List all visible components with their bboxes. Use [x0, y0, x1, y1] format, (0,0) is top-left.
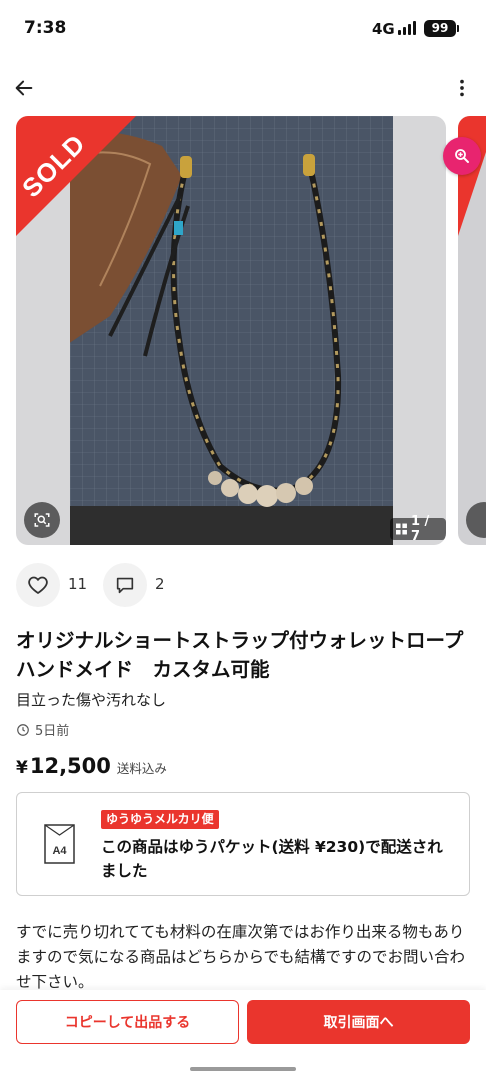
product-photo-card[interactable]: SOLD 1 / 7 — [16, 116, 446, 545]
shipping-text: この商品はゆうパケット(送料 ¥230)で配送されました — [101, 838, 443, 880]
next-image-search-button[interactable] — [466, 502, 486, 538]
magnify-button[interactable] — [443, 137, 481, 175]
zoom-in-icon — [455, 149, 469, 163]
next-photo-card[interactable] — [458, 116, 486, 545]
grid-icon — [396, 523, 407, 535]
back-button[interactable] — [10, 74, 38, 102]
comment-icon — [116, 577, 134, 594]
more-options-button[interactable] — [448, 74, 476, 102]
image-search-button[interactable] — [24, 502, 60, 538]
like-count: 11 — [68, 575, 88, 593]
price-value: 12,500 — [29, 754, 111, 778]
comment-count: 2 — [155, 575, 165, 593]
posted-time: 5日前 — [16, 720, 69, 739]
photo-counter: 1 / 7 — [390, 514, 446, 544]
arrow-left-icon — [15, 80, 33, 96]
price: ¥ 12,500 送料込み — [16, 754, 167, 778]
photo-counter-text: 1 / 7 — [410, 514, 430, 544]
battery-icon: 99 — [424, 20, 459, 37]
status-bar: 7:38 4G 99 — [0, 0, 486, 58]
home-indicator[interactable] — [190, 1067, 296, 1071]
item-title: オリジナルショートストラップ付ウォレットロープ ハンドメイド カスタム可能 — [16, 629, 483, 681]
signal-icon — [398, 21, 418, 35]
clock-icon — [17, 723, 29, 736]
image-scan-icon — [34, 513, 50, 527]
status-time: 7:38 — [24, 18, 67, 38]
item-condition: 目立った傷や汚れなし — [16, 691, 167, 709]
a4-label: A4 — [52, 845, 67, 857]
heart-icon — [28, 576, 48, 594]
copy-listing-button[interactable]: コピーして出品する — [16, 1000, 239, 1044]
a4-envelope-icon: A4 — [44, 824, 75, 864]
trade-screen-button[interactable]: 取引画面へ — [247, 1000, 470, 1044]
shipping-method-badge: ゆうゆうメルカリ便 — [101, 810, 219, 829]
item-description: すでに売り切れてても材料の在庫次第ではお作り出来る物もありますので気になる商品は… — [16, 923, 466, 990]
like-button[interactable] — [16, 563, 60, 607]
network-type: 4G — [372, 20, 395, 38]
sold-ribbon: SOLD — [16, 116, 136, 236]
comment-button[interactable] — [103, 563, 147, 607]
shipping-info: A4 ゆうゆうメルカリ便 この商品はゆうパケット(送料 ¥230)で配送されまし… — [16, 792, 470, 896]
next-sold-ribbon — [458, 116, 486, 236]
price-currency: ¥ — [16, 758, 28, 778]
price-note: 送料込み — [116, 761, 167, 776]
more-vertical-icon — [460, 79, 464, 97]
posted-time-text: 5日前 — [35, 724, 70, 739]
action-bar: コピーして出品する 取引画面へ — [0, 990, 486, 1080]
